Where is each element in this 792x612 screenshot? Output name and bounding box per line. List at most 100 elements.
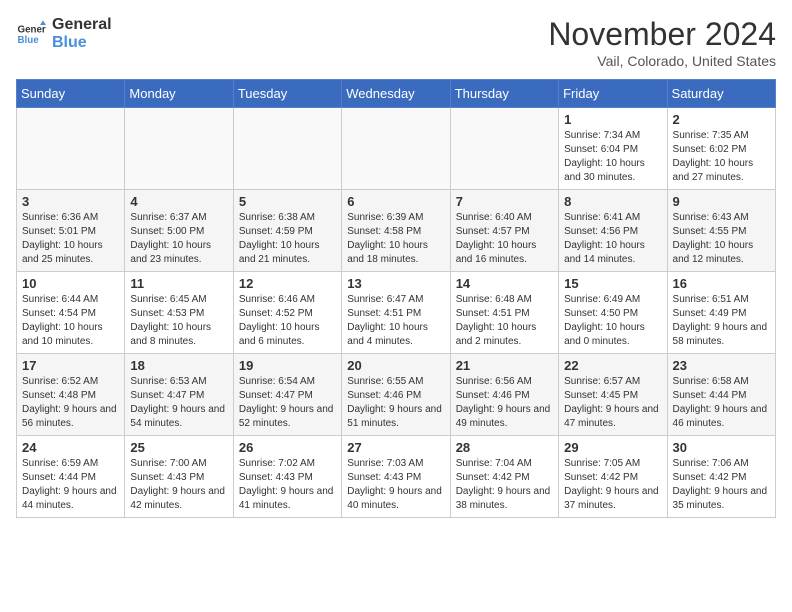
logo-general: General	[52, 16, 112, 34]
calendar-cell: 11 Sunrise: 6:45 AM Sunset: 4:53 PM Dayli…	[125, 272, 233, 354]
calendar-cell: 27 Sunrise: 7:03 AM Sunset: 4:43 PM Dayli…	[342, 436, 450, 518]
calendar-cell: 20Sunrise: 6:55 AM Sunset: 4:46 PM Dayli…	[342, 354, 450, 436]
calendar-cell: 29 Sunrise: 7:05 AM Sunset: 4:42 PM Dayli…	[559, 436, 667, 518]
day-info: Sunrise: 6:48 AM Sunset: 4:51 PM Dayligh…	[456, 293, 553, 349]
header-row: SundayMondayTuesdayWednesdayThursdayFrid…	[17, 80, 776, 108]
calendar-cell: 25Sunrise: 7:00 AM Sunset: 4:43 PM Dayli…	[125, 436, 233, 518]
day-number: 17	[22, 358, 119, 373]
day-info: Sunrise: 6:52 AM Sunset: 4:48 PM Dayligh…	[22, 375, 119, 431]
week-row-3: 10 Sunrise: 6:44 AM Sunset: 4:54 PM Dayli…	[17, 272, 776, 354]
calendar-cell: 7 Sunrise: 6:40 AM Sunset: 4:57 PM Daylig…	[450, 190, 558, 272]
calendar-cell: 2 Sunrise: 7:35 AM Sunset: 6:02 PM Daylig…	[667, 108, 775, 190]
day-info: Sunrise: 6:58 AM Sunset: 4:44 PM Dayligh…	[673, 375, 770, 431]
day-info: Sunrise: 6:41 AM Sunset: 4:56 PM Dayligh…	[564, 211, 661, 267]
day-number: 7	[456, 194, 553, 209]
calendar-cell: 16 Sunrise: 6:51 AM Sunset: 4:49 PM Dayli…	[667, 272, 775, 354]
day-number: 18	[130, 358, 227, 373]
week-row-2: 3 Sunrise: 6:36 AM Sunset: 5:01 PM Daylig…	[17, 190, 776, 272]
location: Vail, Colorado, United States	[548, 53, 776, 69]
day-number: 28	[456, 440, 553, 455]
calendar-cell	[125, 108, 233, 190]
calendar-cell: 17 Sunrise: 6:52 AM Sunset: 4:48 PM Dayli…	[17, 354, 125, 436]
calendar-cell: 30Sunrise: 7:06 AM Sunset: 4:42 PM Dayli…	[667, 436, 775, 518]
svg-text:Blue: Blue	[18, 35, 40, 46]
day-number: 4	[130, 194, 227, 209]
day-number: 3	[22, 194, 119, 209]
day-info: Sunrise: 6:36 AM Sunset: 5:01 PM Dayligh…	[22, 211, 119, 267]
day-info: Sunrise: 7:02 AM Sunset: 4:43 PM Dayligh…	[239, 457, 336, 513]
day-info: Sunrise: 6:38 AM Sunset: 4:59 PM Dayligh…	[239, 211, 336, 267]
day-number: 8	[564, 194, 661, 209]
calendar-body: 1 Sunrise: 7:34 AM Sunset: 6:04 PM Daylig…	[17, 108, 776, 518]
day-info: Sunrise: 6:54 AM Sunset: 4:47 PM Dayligh…	[239, 375, 336, 431]
calendar-cell: 8 Sunrise: 6:41 AM Sunset: 4:56 PM Daylig…	[559, 190, 667, 272]
day-number: 24	[22, 440, 119, 455]
day-number: 2	[673, 112, 770, 127]
day-number: 26	[239, 440, 336, 455]
calendar-cell: 28 Sunrise: 7:04 AM Sunset: 4:42 PM Dayli…	[450, 436, 558, 518]
day-info: Sunrise: 6:55 AM Sunset: 4:46 PM Dayligh…	[347, 375, 444, 431]
calendar-cell: 10 Sunrise: 6:44 AM Sunset: 4:54 PM Dayli…	[17, 272, 125, 354]
header: General Blue General Blue November 2024 …	[16, 16, 776, 69]
day-info: Sunrise: 6:59 AM Sunset: 4:44 PM Dayligh…	[22, 457, 119, 513]
day-info: Sunrise: 6:51 AM Sunset: 4:49 PM Dayligh…	[673, 293, 770, 349]
weekday-tuesday: Tuesday	[233, 80, 341, 108]
day-number: 11	[130, 276, 227, 291]
weekday-saturday: Saturday	[667, 80, 775, 108]
day-info: Sunrise: 6:43 AM Sunset: 4:55 PM Dayligh…	[673, 211, 770, 267]
day-info: Sunrise: 6:44 AM Sunset: 4:54 PM Dayligh…	[22, 293, 119, 349]
weekday-sunday: Sunday	[17, 80, 125, 108]
day-number: 13	[347, 276, 444, 291]
calendar-cell	[450, 108, 558, 190]
week-row-1: 1 Sunrise: 7:34 AM Sunset: 6:04 PM Daylig…	[17, 108, 776, 190]
svg-text:General: General	[18, 25, 47, 36]
calendar-cell	[17, 108, 125, 190]
day-info: Sunrise: 6:39 AM Sunset: 4:58 PM Dayligh…	[347, 211, 444, 267]
day-info: Sunrise: 7:05 AM Sunset: 4:42 PM Dayligh…	[564, 457, 661, 513]
day-info: Sunrise: 7:00 AM Sunset: 4:43 PM Dayligh…	[130, 457, 227, 513]
day-number: 19	[239, 358, 336, 373]
logo-icon: General Blue	[16, 19, 46, 49]
day-info: Sunrise: 7:03 AM Sunset: 4:43 PM Dayligh…	[347, 457, 444, 513]
day-info: Sunrise: 6:46 AM Sunset: 4:52 PM Dayligh…	[239, 293, 336, 349]
day-info: Sunrise: 7:04 AM Sunset: 4:42 PM Dayligh…	[456, 457, 553, 513]
calendar-cell: 26 Sunrise: 7:02 AM Sunset: 4:43 PM Dayli…	[233, 436, 341, 518]
day-number: 29	[564, 440, 661, 455]
weekday-friday: Friday	[559, 80, 667, 108]
calendar-cell: 6Sunrise: 6:39 AM Sunset: 4:58 PM Daylig…	[342, 190, 450, 272]
day-number: 9	[673, 194, 770, 209]
day-number: 21	[456, 358, 553, 373]
calendar-cell: 15 Sunrise: 6:49 AM Sunset: 4:50 PM Dayli…	[559, 272, 667, 354]
day-info: Sunrise: 6:45 AM Sunset: 4:53 PM Dayligh…	[130, 293, 227, 349]
day-info: Sunrise: 6:47 AM Sunset: 4:51 PM Dayligh…	[347, 293, 444, 349]
day-info: Sunrise: 7:34 AM Sunset: 6:04 PM Dayligh…	[564, 129, 661, 185]
day-number: 15	[564, 276, 661, 291]
day-number: 14	[456, 276, 553, 291]
calendar-cell: 4 Sunrise: 6:37 AM Sunset: 5:00 PM Daylig…	[125, 190, 233, 272]
calendar-cell: 14 Sunrise: 6:48 AM Sunset: 4:51 PM Dayli…	[450, 272, 558, 354]
week-row-4: 17 Sunrise: 6:52 AM Sunset: 4:48 PM Dayli…	[17, 354, 776, 436]
calendar-cell: 24 Sunrise: 6:59 AM Sunset: 4:44 PM Dayli…	[17, 436, 125, 518]
weekday-wednesday: Wednesday	[342, 80, 450, 108]
calendar-cell: 12Sunrise: 6:46 AM Sunset: 4:52 PM Dayli…	[233, 272, 341, 354]
day-number: 10	[22, 276, 119, 291]
day-info: Sunrise: 6:40 AM Sunset: 4:57 PM Dayligh…	[456, 211, 553, 267]
day-info: Sunrise: 6:49 AM Sunset: 4:50 PM Dayligh…	[564, 293, 661, 349]
month-title: November 2024	[548, 16, 776, 53]
day-number: 1	[564, 112, 661, 127]
calendar-cell: 19 Sunrise: 6:54 AM Sunset: 4:47 PM Dayli…	[233, 354, 341, 436]
day-number: 27	[347, 440, 444, 455]
calendar-cell: 23 Sunrise: 6:58 AM Sunset: 4:44 PM Dayli…	[667, 354, 775, 436]
calendar-table: SundayMondayTuesdayWednesdayThursdayFrid…	[16, 79, 776, 518]
calendar-cell: 9 Sunrise: 6:43 AM Sunset: 4:55 PM Daylig…	[667, 190, 775, 272]
title-area: November 2024 Vail, Colorado, United Sta…	[548, 16, 776, 69]
day-info: Sunrise: 6:56 AM Sunset: 4:46 PM Dayligh…	[456, 375, 553, 431]
calendar-cell: 3 Sunrise: 6:36 AM Sunset: 5:01 PM Daylig…	[17, 190, 125, 272]
calendar-cell: 1 Sunrise: 7:34 AM Sunset: 6:04 PM Daylig…	[559, 108, 667, 190]
day-number: 16	[673, 276, 770, 291]
calendar-cell: 21 Sunrise: 6:56 AM Sunset: 4:46 PM Dayli…	[450, 354, 558, 436]
day-info: Sunrise: 6:37 AM Sunset: 5:00 PM Dayligh…	[130, 211, 227, 267]
day-number: 23	[673, 358, 770, 373]
calendar-header: SundayMondayTuesdayWednesdayThursdayFrid…	[17, 80, 776, 108]
day-info: Sunrise: 7:35 AM Sunset: 6:02 PM Dayligh…	[673, 129, 770, 185]
